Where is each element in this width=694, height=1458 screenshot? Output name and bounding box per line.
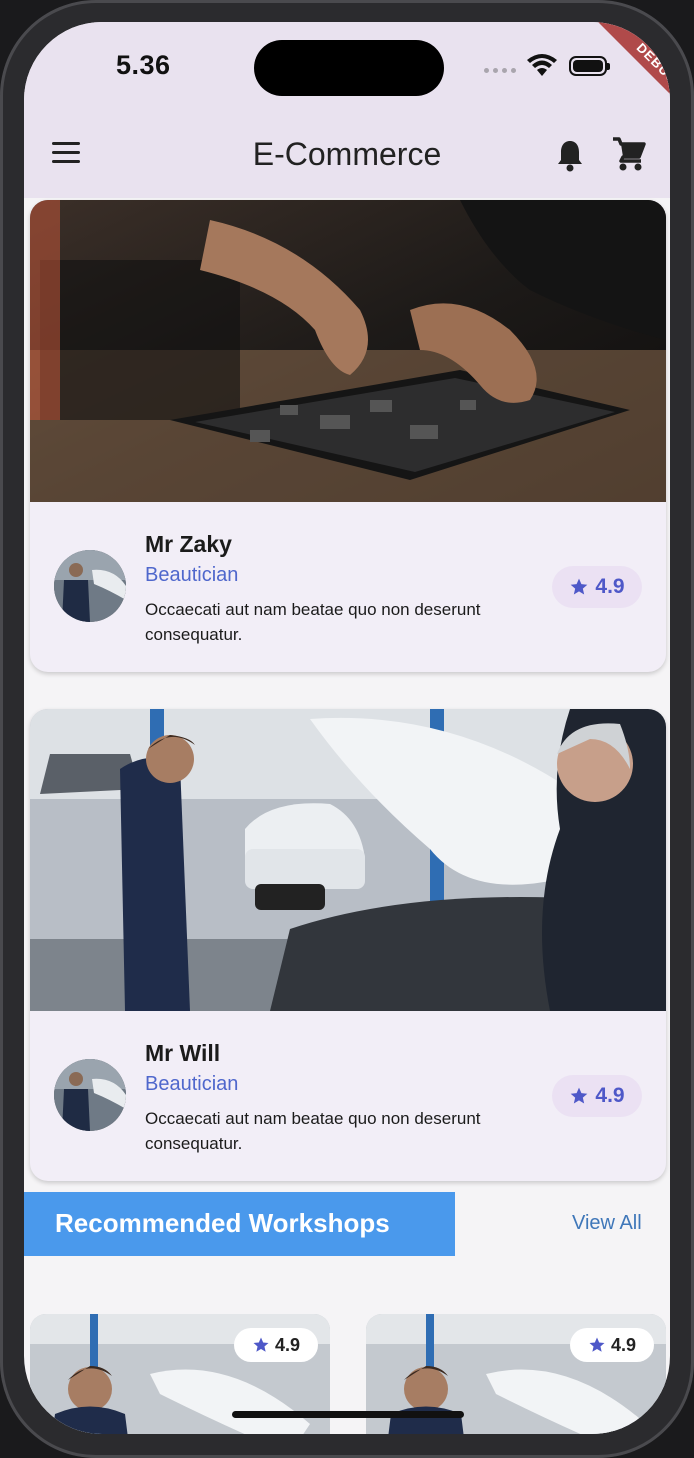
rating-value: 4.9 — [595, 575, 625, 598]
star-icon — [571, 1087, 588, 1104]
dynamic-island — [254, 40, 444, 96]
notification-bell-icon[interactable] — [556, 138, 584, 172]
cellular-signal-icon — [484, 68, 516, 73]
top-bar: 5.36 DEBUG E-Commerce — [24, 22, 670, 198]
rating-value: 4.9 — [595, 1084, 625, 1107]
card-image-electronics — [30, 200, 666, 502]
section-header: Recommended Workshops — [24, 1192, 455, 1256]
star-icon — [253, 1337, 269, 1352]
rating-badge: 4.9 — [552, 566, 642, 608]
avatar — [54, 1059, 126, 1131]
expert-role: Beautician — [145, 564, 239, 586]
rating-badge: 4.9 — [570, 1328, 654, 1362]
card-image-garage — [30, 709, 666, 1011]
wifi-icon — [527, 54, 557, 76]
rating-badge: 4.9 — [234, 1328, 318, 1362]
rating-badge: 4.9 — [552, 1075, 642, 1117]
view-all-link[interactable]: View All — [572, 1212, 642, 1235]
star-icon — [589, 1337, 605, 1352]
screen: 5.36 DEBUG E-Commerce Mr Zaky Beautician… — [24, 22, 670, 1434]
home-indicator[interactable] — [232, 1411, 464, 1418]
rating-value: 4.9 — [274, 1334, 301, 1355]
phone-frame: 5.36 DEBUG E-Commerce Mr Zaky Beautician… — [0, 0, 694, 1458]
expert-role: Beautician — [145, 1073, 239, 1095]
expert-card[interactable]: Mr Will Beautician Occaecati aut nam bea… — [30, 709, 666, 1181]
star-icon — [571, 578, 588, 595]
rating-value: 4.9 — [610, 1334, 637, 1355]
expert-card[interactable]: Mr Zaky Beautician Occaecati aut nam bea… — [30, 200, 666, 672]
expert-description: Occaecati aut nam beatae quo non deserun… — [145, 600, 481, 644]
debug-banner: DEBUG — [595, 22, 670, 126]
battery-icon — [569, 56, 610, 76]
expert-name: Mr Zaky — [145, 531, 232, 557]
shopping-cart-icon[interactable] — [612, 136, 646, 172]
avatar — [54, 550, 126, 622]
expert-description: Occaecati aut nam beatae quo non deserun… — [145, 1109, 481, 1153]
status-time: 5.36 — [116, 50, 171, 80]
section-title: Recommended Workshops — [55, 1208, 390, 1238]
expert-name: Mr Will — [145, 1040, 221, 1066]
